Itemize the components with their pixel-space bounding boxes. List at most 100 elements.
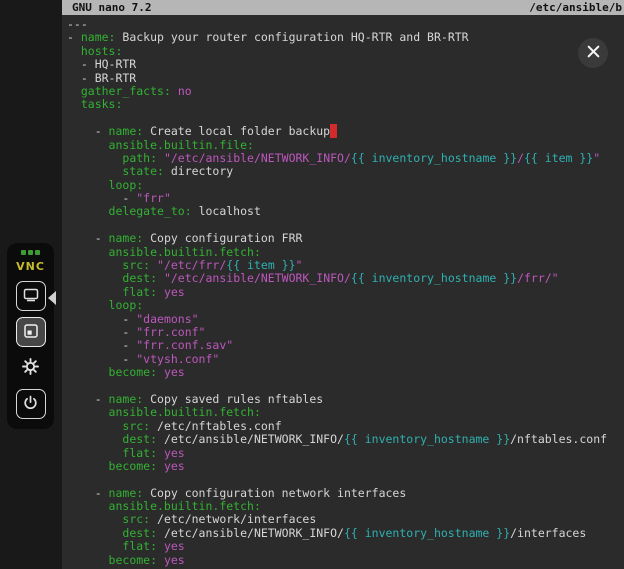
editor-line: - "daemons" xyxy=(67,313,624,326)
editor-line xyxy=(67,112,624,125)
code-segment: flat: xyxy=(122,285,157,299)
editor-line: - name: Create local folder backup xyxy=(67,125,624,138)
code-segment: "/etc/ansible/NETWORK_INFO/ xyxy=(164,151,351,165)
code-segment: "/etc/frr/ xyxy=(157,258,226,272)
code-segment: Backup your router configuration HQ-RTR … xyxy=(115,30,468,44)
vnc-desktop: VNC xyxy=(0,0,624,569)
editor-line: loop: xyxy=(67,179,624,192)
code-segment: Copy saved rules nftables xyxy=(143,392,323,406)
code-segment xyxy=(157,151,164,165)
code-segment xyxy=(67,446,122,460)
code-segment: loop: xyxy=(109,298,144,312)
code-segment xyxy=(67,285,122,299)
code-segment: src: xyxy=(122,512,150,526)
settings-button[interactable] xyxy=(16,353,46,383)
code-segment xyxy=(171,84,178,98)
code-segment xyxy=(157,446,164,460)
editor-line: dest: /etc/ansible/NETWORK_INFO/{{ inven… xyxy=(67,527,624,540)
code-segment: no xyxy=(178,84,192,98)
code-segment: {{ inventory_hostname }} xyxy=(351,271,517,285)
terminal-window[interactable]: GNU nano 7.2 /etc/ansible/b ---- name: B… xyxy=(62,0,624,569)
code-segment: name: xyxy=(81,30,116,44)
editor-line: - HQ-RTR xyxy=(67,58,624,71)
code-segment: yes xyxy=(164,285,185,299)
editor-line: - name: Copy configuration FRR xyxy=(67,232,624,245)
power-button[interactable] xyxy=(16,389,46,419)
code-segment xyxy=(157,539,164,553)
editor-line: loop: xyxy=(67,299,624,312)
editor-line: delegate_to: localhost xyxy=(67,205,624,218)
code-segment xyxy=(150,258,157,272)
code-segment: "vtysh.conf" xyxy=(136,352,219,366)
display-button[interactable] xyxy=(16,281,46,311)
code-segment: become: xyxy=(109,365,157,379)
nano-app-title: GNU nano 7.2 xyxy=(72,0,151,15)
code-segment: loop: xyxy=(109,178,144,192)
code-segment: - xyxy=(67,325,136,339)
code-segment: {{ inventory_hostname }} xyxy=(344,432,510,446)
code-segment: {{ inventory_hostname }} xyxy=(344,526,510,540)
code-segment: - xyxy=(67,352,136,366)
code-segment xyxy=(67,499,109,513)
nano-titlebar: GNU nano 7.2 /etc/ansible/b xyxy=(62,0,624,15)
code-segment xyxy=(67,526,122,540)
editor-line: hosts: xyxy=(67,45,624,58)
editor-line: - name: Copy saved rules nftables xyxy=(67,393,624,406)
fullscreen-button[interactable] xyxy=(16,317,46,347)
code-segment: dest: xyxy=(122,526,157,540)
code-segment: src: xyxy=(122,258,150,272)
code-segment: tasks: xyxy=(81,97,123,111)
editor-line: - name: Copy configuration network inter… xyxy=(67,487,624,500)
code-segment xyxy=(157,553,164,567)
editor-line: src: /etc/nftables.conf xyxy=(67,420,624,433)
code-segment: yes xyxy=(164,446,185,460)
editor-line: - name: Backup your router configuration… xyxy=(67,31,624,44)
code-segment: /etc/network/interfaces xyxy=(150,512,316,526)
code-segment: delegate_to: xyxy=(109,204,192,218)
code-segment xyxy=(67,151,122,165)
editor-line: --- xyxy=(67,18,624,31)
code-segment xyxy=(157,365,164,379)
code-segment: ansible.builtin.fetch: xyxy=(109,245,261,259)
code-segment: - xyxy=(67,338,136,352)
code-segment: ansible.builtin.file: xyxy=(109,138,254,152)
editor-line: become: yes xyxy=(67,366,624,379)
editor-line: become: yes xyxy=(67,554,624,567)
editor-line: become: yes xyxy=(67,460,624,473)
gear-icon xyxy=(21,357,40,379)
code-segment xyxy=(67,204,109,218)
vnc-control-panel: VNC xyxy=(7,243,54,429)
close-button[interactable] xyxy=(578,38,608,68)
code-segment: gather_facts: xyxy=(81,84,171,98)
editor-line: ansible.builtin.file: xyxy=(67,139,624,152)
code-segment xyxy=(157,271,164,285)
editor-content[interactable]: ---- name: Backup your router configurat… xyxy=(62,15,624,567)
code-segment xyxy=(67,405,109,419)
code-segment: localhost xyxy=(192,204,261,218)
code-segment xyxy=(67,365,109,379)
code-segment xyxy=(67,138,109,152)
code-segment xyxy=(67,245,109,259)
power-icon xyxy=(22,394,39,414)
text-cursor xyxy=(330,124,337,138)
vnc-logo-mark xyxy=(16,250,45,255)
code-segment: yes xyxy=(164,539,185,553)
editor-line: ansible.builtin.fetch: xyxy=(67,246,624,259)
sidebar-collapse-handle[interactable] xyxy=(48,291,56,305)
code-segment: name: xyxy=(109,392,144,406)
code-segment: /nftables.conf xyxy=(510,432,607,446)
editor-line: state: directory xyxy=(67,165,624,178)
code-segment: {{ inventory_hostname }} xyxy=(351,151,517,165)
code-segment xyxy=(67,512,122,526)
code-segment: /etc/ansible/NETWORK_INFO/ xyxy=(157,432,344,446)
editor-line xyxy=(67,219,624,232)
code-segment: - xyxy=(67,392,109,406)
code-segment: become: xyxy=(109,553,157,567)
code-segment xyxy=(157,459,164,473)
code-segment: name: xyxy=(109,486,144,500)
code-segment xyxy=(67,44,81,58)
code-segment xyxy=(67,419,122,433)
code-segment: - xyxy=(67,30,81,44)
code-segment: flat: xyxy=(122,539,157,553)
code-segment: /frr/" xyxy=(517,271,559,285)
